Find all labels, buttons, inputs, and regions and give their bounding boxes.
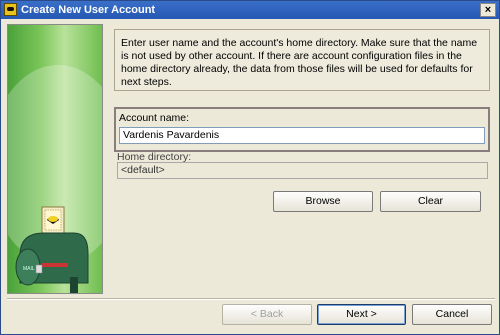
- account-name-input[interactable]: Vardenis Pavardenis: [119, 127, 485, 144]
- back-button[interactable]: < Back: [222, 304, 312, 325]
- home-directory-input[interactable]: <default>: [117, 162, 488, 179]
- content-area: Enter user name and the account's home d…: [109, 24, 495, 294]
- close-button[interactable]: ×: [480, 3, 496, 17]
- clear-button[interactable]: Clear: [380, 191, 481, 212]
- title-bar[interactable]: Create New User Account ×: [1, 1, 499, 19]
- cancel-button[interactable]: Cancel: [412, 304, 492, 325]
- svg-text:MAIL: MAIL: [23, 266, 35, 272]
- wizard-window: Create New User Account × MAIL Enter use…: [0, 0, 500, 335]
- bat-logo-icon: [4, 3, 17, 16]
- info-box: Enter user name and the account's home d…: [114, 29, 490, 91]
- next-button[interactable]: Next >: [317, 304, 406, 325]
- account-name-group: Account name: Vardenis Pavardenis: [114, 107, 490, 152]
- window-title: Create New User Account: [21, 4, 156, 16]
- mailbox-illustration-icon: MAIL: [15, 206, 89, 293]
- browse-button[interactable]: Browse: [273, 191, 373, 212]
- account-name-label: Account name:: [119, 112, 190, 124]
- bottom-separator: [7, 298, 495, 300]
- side-panel: MAIL: [7, 24, 103, 294]
